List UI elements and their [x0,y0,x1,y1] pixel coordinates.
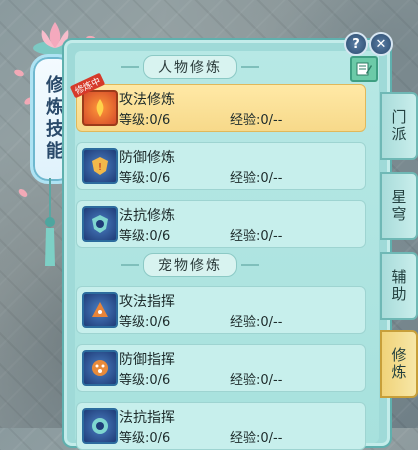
section-header-pet: 宠物修炼 [115,253,265,277]
skill-exp: 经验:0/-- [230,315,283,330]
help-button[interactable]: ? [344,32,368,56]
skill-exp: 经验:0/-- [230,431,283,446]
tab-label: 星穹 [389,189,408,223]
defense-cultivation-icon: ! [82,148,118,184]
pet-magic-resist-command-icon [82,408,118,444]
skill-row-pet-magic-resist-command[interactable]: 法抗指挥 等级:0/6 经验:0/-- [76,402,366,450]
header-wing-left [121,66,139,68]
skill-row-magic-resist-cultivation[interactable]: 法抗修炼 等级:0/6 经验:0/-- [76,200,366,248]
skill-name: 法抗指挥 [119,410,175,426]
tab-label: 修炼 [389,347,408,381]
section-title: 人物修炼 [143,55,237,79]
skill-name: 法抗修炼 [119,208,175,224]
skill-level: 等级:0/6 [119,431,171,446]
help-icon: ? [352,36,360,52]
window-title: 修炼技能 [43,75,64,163]
skill-row-attack-cultivation[interactable]: 修炼中 攻法修炼 等级:0/6 经验:0/-- [69,72,366,132]
tab-sect[interactable]: 门派 [380,92,418,160]
skill-row-defense-cultivation[interactable]: ! 防御修炼 等级:0/6 经验:0/-- [76,142,366,190]
tab-label: 辅助 [389,269,408,303]
pet-defense-command-icon [82,350,118,386]
skill-name: 攻法指挥 [119,294,175,310]
section-header-character: 人物修炼 [115,55,265,79]
skill-name: 防御修炼 [119,150,175,166]
note-edit-icon [356,62,372,76]
tab-assist[interactable]: 辅助 [380,252,418,320]
magic-resist-cultivation-icon [82,206,118,242]
close-button[interactable]: ✕ [369,32,393,56]
skill-exp: 经验:0/-- [230,229,283,244]
close-icon: ✕ [375,36,387,52]
skill-exp: 经验:0/-- [230,113,283,128]
skill-level: 等级:0/6 [119,373,171,388]
tab-starry[interactable]: 星穹 [380,172,418,240]
header-wing-right [241,264,259,266]
section-title: 宠物修炼 [143,253,237,277]
skill-exp: 经验:0/-- [230,171,283,186]
header-wing-left [121,264,139,266]
skill-name: 攻法修炼 [119,92,175,108]
skill-level: 等级:0/6 [119,171,171,186]
attack-cultivation-icon [82,90,118,126]
pet-attack-command-icon [82,292,118,328]
skill-level: 等级:0/6 [119,113,171,128]
edit-note-button[interactable] [350,56,378,82]
skill-row-pet-defense-command[interactable]: 防御指挥 等级:0/6 经验:0/-- [76,344,366,392]
tab-label: 门派 [389,109,408,143]
tab-cultivation[interactable]: 修炼 [380,330,418,398]
svg-text:!: ! [98,162,102,173]
skill-level: 等级:0/6 [119,229,171,244]
header-wing-right [241,66,259,68]
tassel-decoration [45,178,55,266]
skill-name: 防御指挥 [119,352,175,368]
skill-row-pet-attack-command[interactable]: 攻法指挥 等级:0/6 经验:0/-- [76,286,366,334]
skill-level: 等级:0/6 [119,315,171,330]
skill-exp: 经验:0/-- [230,373,283,388]
